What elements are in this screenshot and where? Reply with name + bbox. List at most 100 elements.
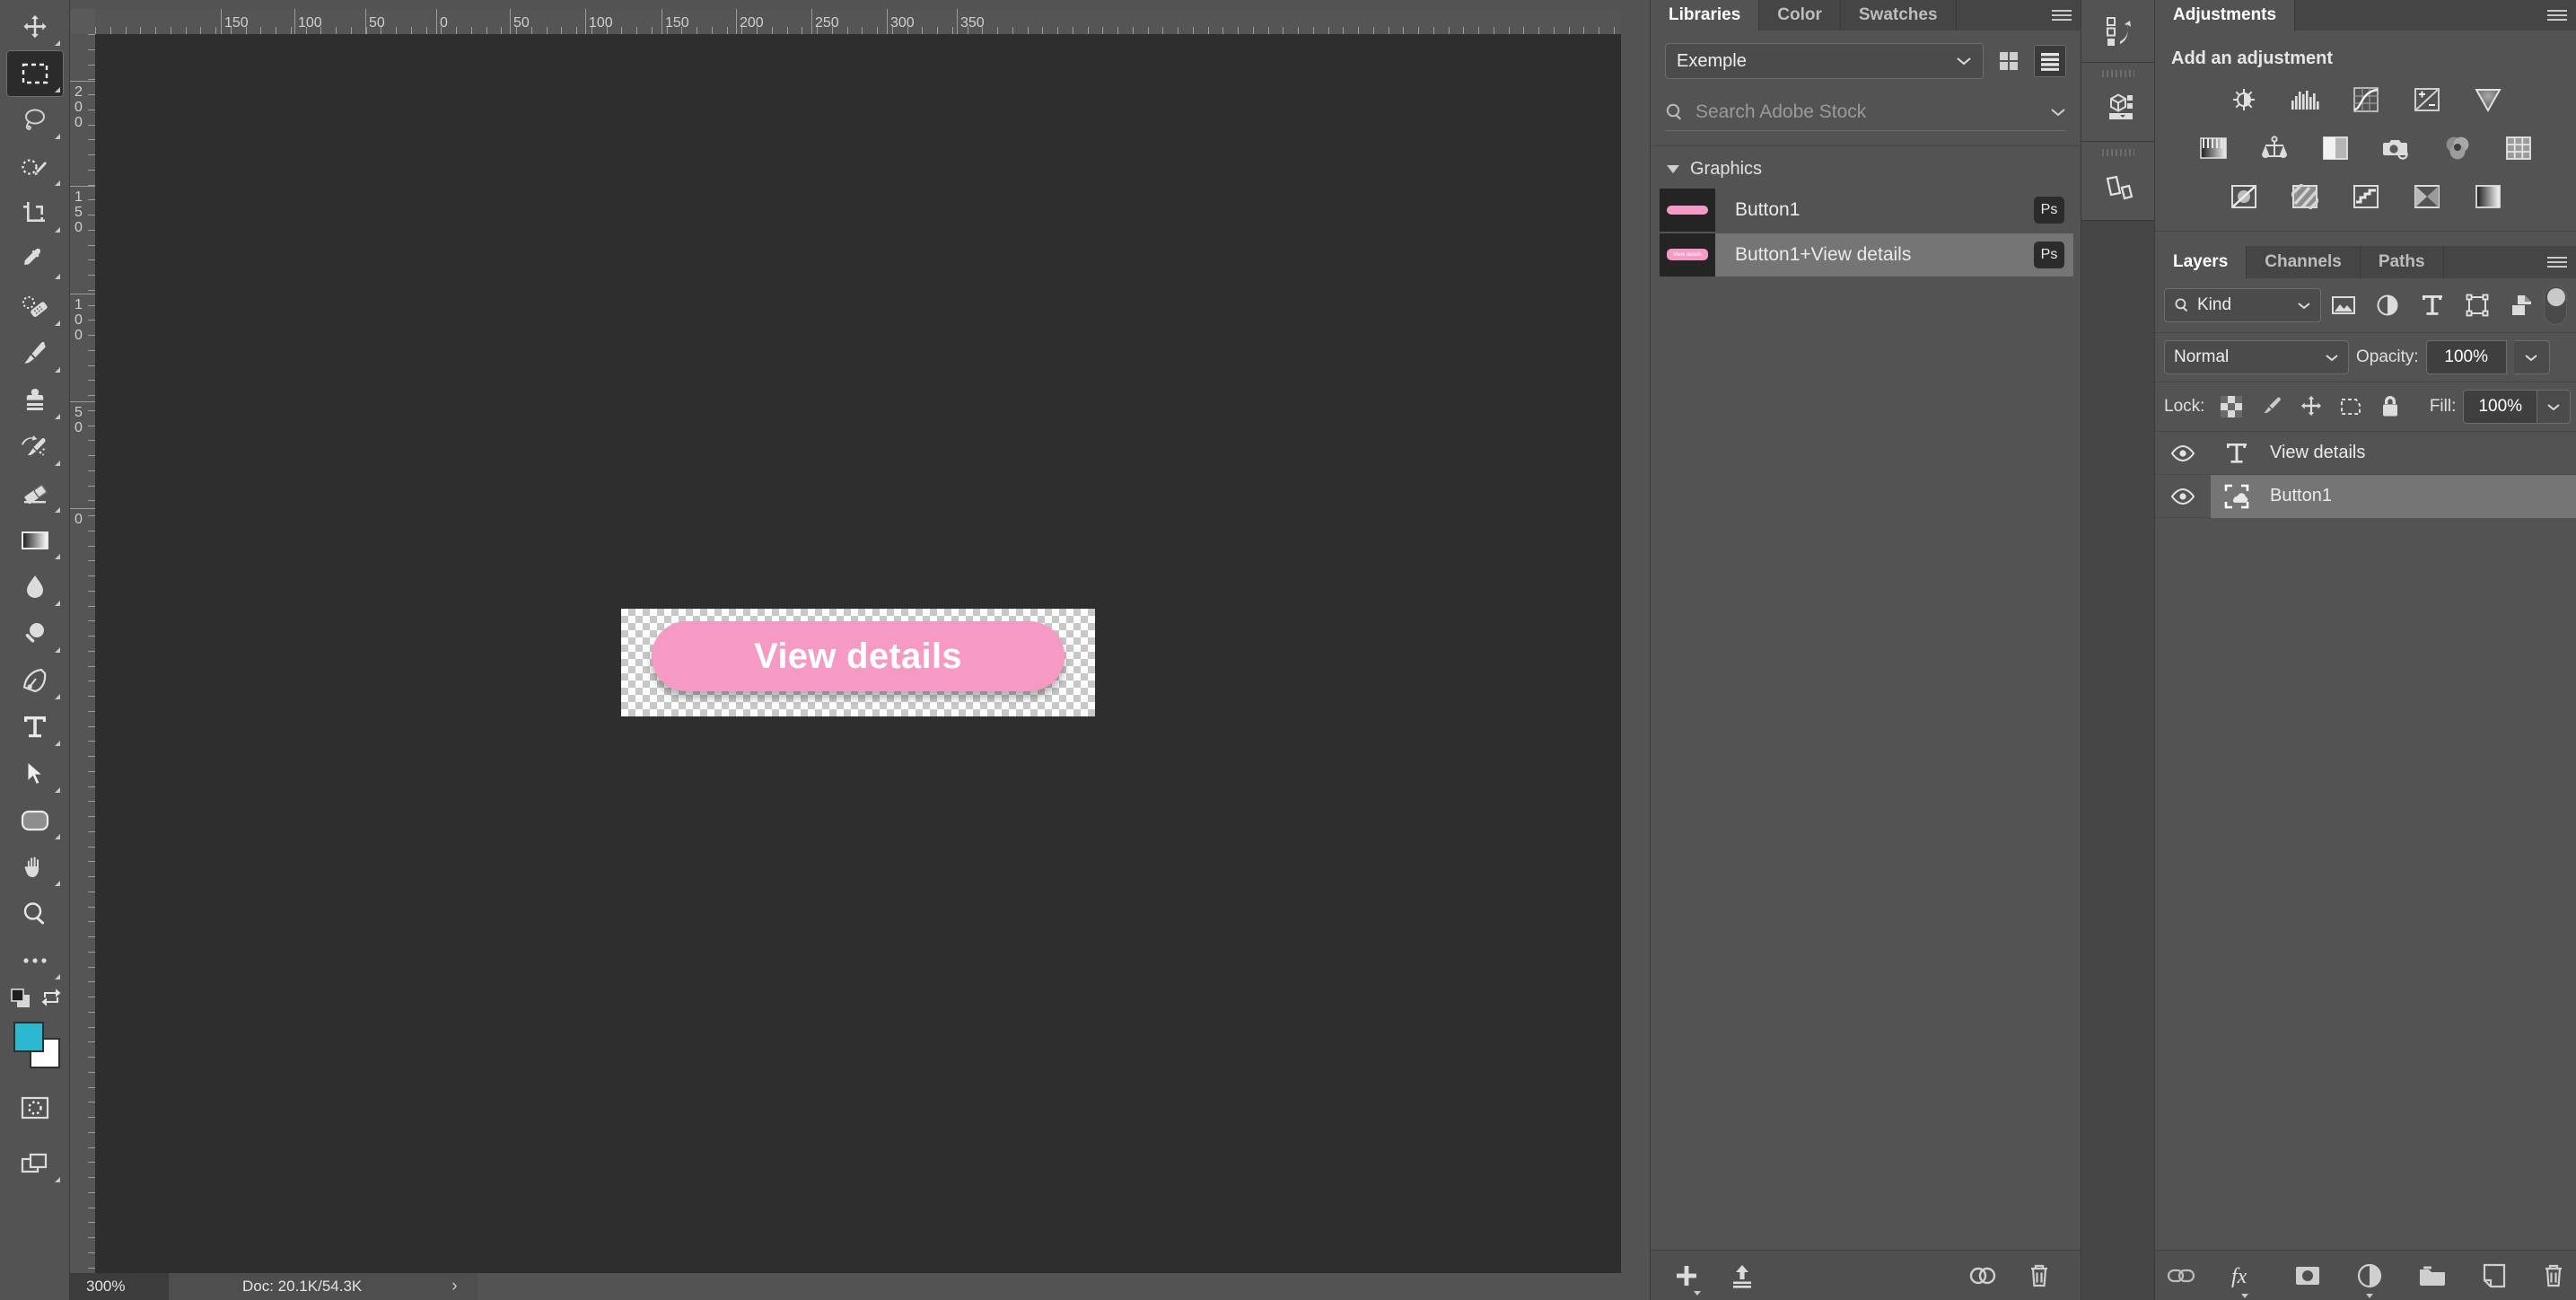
layer-styles-fx-icon[interactable]: fx	[2231, 1263, 2258, 1298]
table-row[interactable]: View details	[2155, 432, 2576, 475]
vertical-ruler[interactable]: 2 0 0 1 5 0 1 0 0 5 0 0	[70, 34, 95, 1273]
blend-mode-dropdown[interactable]: Normal	[2164, 340, 2349, 374]
adobe-stock-search-row[interactable]: Search Adobe Stock	[1665, 93, 2066, 131]
pixel-layer-filter-icon[interactable]	[2321, 288, 2366, 322]
color-balance-icon[interactable]	[2254, 130, 2295, 166]
lock-image-pixels-icon[interactable]	[2252, 390, 2291, 424]
posterize-icon[interactable]	[2284, 179, 2326, 215]
selective-color-icon[interactable]	[2406, 179, 2448, 215]
artboard-transparent-checker[interactable]: View details	[621, 609, 1095, 716]
quick-mask-icon[interactable]	[6, 1085, 64, 1131]
grid-view-icon[interactable]	[1993, 45, 2025, 77]
move-tool[interactable]	[6, 4, 64, 50]
opacity-stepper[interactable]	[2513, 340, 2550, 374]
object-selection-tool[interactable]	[6, 144, 64, 190]
status-expand-icon[interactable]: ›	[451, 1277, 457, 1296]
spot-healing-brush-tool[interactable]	[6, 284, 64, 330]
screen-mode-icon[interactable]	[6, 1140, 64, 1187]
swap-colors-icon[interactable]	[40, 986, 62, 1014]
ruler-origin-corner[interactable]	[70, 9, 95, 34]
brush-tool[interactable]	[6, 330, 64, 377]
horizontal-ruler[interactable]: 150 100 50 0 50 100 150 200 250 300 350	[95, 9, 1621, 34]
vibrance-icon[interactable]	[2467, 82, 2509, 118]
lock-position-icon[interactable]	[2291, 390, 2331, 424]
layer-visibility-toggle[interactable]	[2155, 432, 2211, 475]
tab-swatches[interactable]: Swatches	[1840, 0, 1957, 31]
tab-libraries[interactable]: Libraries	[1651, 0, 1760, 31]
layer-visibility-toggle[interactable]	[2155, 475, 2211, 518]
type-tool[interactable]	[6, 704, 64, 751]
type-layer-filter-icon[interactable]	[2410, 288, 2455, 322]
threshold-icon[interactable]	[2345, 179, 2387, 215]
creative-cloud-icon[interactable]	[1968, 1264, 1997, 1287]
brightness-contrast-icon[interactable]	[2223, 82, 2265, 118]
3d-panel-icon[interactable]	[2081, 63, 2155, 142]
trash-icon[interactable]	[2028, 1263, 2051, 1288]
path-selection-tool[interactable]	[6, 751, 64, 797]
blur-tool[interactable]	[6, 564, 64, 610]
tab-color[interactable]: Color	[1759, 0, 1841, 31]
color-lookup-icon[interactable]	[2498, 130, 2539, 166]
history-brush-tool[interactable]	[6, 424, 64, 470]
eyedropper-tool[interactable]	[6, 237, 64, 284]
invert-icon[interactable]	[2223, 179, 2265, 215]
gradient-tool[interactable]	[6, 517, 64, 564]
table-row[interactable]: Button1	[2155, 474, 2576, 518]
search-input[interactable]: Search Adobe Stock	[1695, 101, 2039, 123]
photo-filter-icon[interactable]	[2376, 130, 2417, 166]
list-item[interactable]: View details Button1+View details Ps	[1660, 233, 2073, 277]
layers-panel-menu-icon[interactable]	[2538, 246, 2576, 278]
fill-stepper[interactable]	[2537, 390, 2571, 424]
canvas-document-area[interactable]: View details	[95, 34, 1621, 1273]
layer-kind-filter[interactable]: Kind	[2164, 288, 2321, 322]
libraries-panel-menu-icon[interactable]	[2043, 0, 2081, 31]
lock-artboard-nesting-icon[interactable]	[2331, 390, 2370, 424]
graphics-group-header[interactable]: Graphics	[1651, 146, 2081, 189]
rectangular-marquee-tool[interactable]	[5, 50, 64, 97]
lock-transparent-pixels-icon[interactable]	[2212, 390, 2251, 424]
delete-layer-icon[interactable]	[2542, 1263, 2565, 1288]
tab-paths[interactable]: Paths	[2360, 246, 2444, 278]
add-layer-mask-icon[interactable]	[2294, 1265, 2321, 1287]
new-adjustment-layer-icon[interactable]	[2357, 1263, 2382, 1298]
shape-layer-filter-icon[interactable]	[2455, 288, 2500, 322]
channel-mixer-icon[interactable]	[2437, 130, 2478, 166]
lasso-tool[interactable]	[6, 97, 64, 144]
lock-all-icon[interactable]	[2370, 390, 2410, 424]
hand-tool[interactable]	[6, 844, 64, 891]
clone-stamp-tool[interactable]	[6, 377, 64, 424]
fill-input[interactable]: 100%	[2463, 390, 2538, 424]
hue-saturation-icon[interactable]	[2193, 130, 2234, 166]
foreground-color-swatch[interactable]	[13, 1022, 44, 1052]
view-details-button-artwork[interactable]: View details	[652, 621, 1065, 691]
library-dropdown[interactable]: Exemple	[1665, 43, 1984, 79]
black-white-icon[interactable]	[2315, 130, 2356, 166]
eraser-tool[interactable]	[6, 470, 64, 517]
gradient-map-icon[interactable]	[2467, 179, 2509, 215]
dodge-tool[interactable]	[6, 610, 64, 657]
adjustment-layer-filter-icon[interactable]	[2366, 288, 2411, 322]
tab-adjustments[interactable]: Adjustments	[2155, 0, 2296, 31]
edit-toolbar-tool[interactable]	[6, 937, 64, 984]
tab-layers[interactable]: Layers	[2155, 246, 2247, 278]
list-item[interactable]: Button1 Ps	[1660, 189, 2073, 232]
plus-icon[interactable]	[1674, 1263, 1701, 1296]
crop-tool[interactable]	[6, 190, 64, 237]
default-colors-icon[interactable]	[10, 988, 33, 1015]
curves-icon[interactable]	[2345, 82, 2387, 118]
list-view-icon[interactable]	[2034, 45, 2066, 77]
tab-channels[interactable]: Channels	[2247, 246, 2361, 278]
smart-object-filter-icon[interactable]	[2500, 288, 2545, 322]
exposure-icon[interactable]	[2406, 82, 2448, 118]
upload-icon[interactable]	[1730, 1263, 1755, 1288]
levels-icon[interactable]	[2284, 82, 2326, 118]
zoom-tool[interactable]	[6, 891, 64, 937]
pen-tool[interactable]	[6, 657, 64, 704]
opacity-input[interactable]: 100%	[2425, 340, 2507, 374]
zoom-level-field[interactable]: 300%	[70, 1273, 169, 1300]
filter-toggle-switch[interactable]	[2544, 285, 2568, 325]
document-info[interactable]: Doc: 20.1K/54.3K ›	[169, 1273, 478, 1300]
paths-shapes-panel-icon[interactable]	[2081, 142, 2155, 221]
adjustments-panel-menu-icon[interactable]	[2538, 0, 2576, 31]
link-layers-icon[interactable]	[2167, 1267, 2195, 1285]
